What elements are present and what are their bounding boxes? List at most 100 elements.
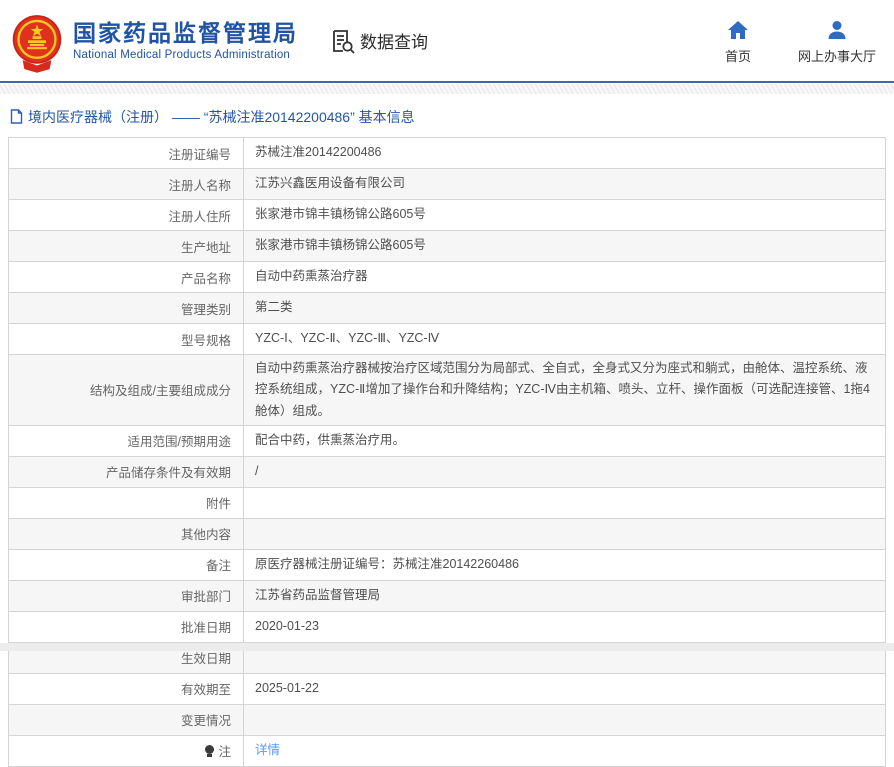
row-label-text: 注 bbox=[218, 745, 231, 760]
hatched-divider bbox=[0, 84, 894, 94]
data-query-tab[interactable]: 数据查询 bbox=[330, 28, 428, 54]
nav-home[interactable]: 首页 bbox=[718, 20, 758, 65]
home-icon bbox=[727, 21, 748, 39]
row-value: 配合中药，供熏蒸治疗用。 bbox=[244, 426, 885, 456]
row-label-text: 注册人名称 bbox=[168, 178, 231, 193]
row-label: 其他内容 bbox=[9, 518, 244, 549]
row-value: 张家港市锦丰镇杨锦公路605号 bbox=[244, 231, 885, 261]
row-label-text: 产品名称 bbox=[180, 271, 231, 286]
org-title-block: 国家药品监督管理局 National Medical Products Admi… bbox=[73, 20, 298, 61]
row-label: 批准日期 bbox=[9, 611, 244, 642]
row-value-text: 江苏兴鑫医用设备有限公司 bbox=[255, 176, 406, 191]
nav-online-hall[interactable]: 网上办事大厅 bbox=[798, 20, 876, 65]
row-value-text: 江苏省药品监督管理局 bbox=[255, 588, 381, 603]
table-row: 产品名称 自动中药熏蒸治疗器 bbox=[9, 262, 885, 293]
row-value: 张家港市锦丰镇杨锦公路605号 bbox=[244, 200, 885, 230]
row-value bbox=[244, 705, 885, 735]
row-label: 注册人名称 bbox=[9, 169, 244, 199]
table-row: 产品储存条件及有效期 / bbox=[9, 456, 885, 488]
row-label-text: 附件 bbox=[205, 497, 231, 512]
row-label: 附件 bbox=[9, 487, 244, 518]
table-row: 注册证编号 苏械注准20142200486 bbox=[9, 138, 885, 169]
row-label: 注 bbox=[9, 735, 244, 766]
row-value-text: 原医疗器械注册证编号：苏械注准20142260486 bbox=[255, 557, 519, 572]
row-label-text: 其他内容 bbox=[180, 528, 231, 543]
row-value: 苏械注准20142200486 bbox=[244, 138, 885, 168]
row-value: YZC-Ⅰ、YZC-Ⅱ、YZC-Ⅲ、YZC-Ⅳ bbox=[244, 324, 885, 354]
row-value-text: 2020-01-23 bbox=[255, 619, 319, 634]
table-row: 注 详情 bbox=[9, 735, 885, 766]
row-label-text: 注册证编号 bbox=[168, 147, 231, 162]
row-value: 江苏兴鑫医用设备有限公司 bbox=[244, 169, 885, 199]
row-label: 结构及组成/主要组成成分 bbox=[9, 355, 244, 425]
row-label: 审批部门 bbox=[9, 580, 244, 611]
row-label-text: 型号规格 bbox=[180, 333, 231, 348]
row-value-text: 第二类 bbox=[255, 300, 293, 315]
table-row: 审批部门 江苏省药品监督管理局 bbox=[9, 580, 885, 612]
row-label-text: 审批部门 bbox=[180, 590, 231, 605]
row-value bbox=[244, 519, 885, 549]
row-label-text: 变更情况 bbox=[180, 714, 231, 729]
row-value: 江苏省药品监督管理局 bbox=[244, 581, 885, 611]
document-search-icon bbox=[333, 29, 355, 54]
row-value-text: YZC-Ⅰ、YZC-Ⅱ、YZC-Ⅲ、YZC-Ⅳ bbox=[255, 331, 440, 346]
table-row: 批准日期 2020-01-23 bbox=[9, 611, 885, 643]
table-row: 有效期至 2025-01-22 bbox=[9, 673, 885, 705]
row-label-text: 产品储存条件及有效期 bbox=[105, 466, 231, 481]
row-label-text: 注册人住所 bbox=[168, 209, 231, 224]
row-label-text: 适用范围/预期用途 bbox=[127, 435, 231, 450]
row-label: 适用范围/预期用途 bbox=[9, 425, 244, 456]
data-query-label: 数据查询 bbox=[360, 33, 428, 52]
row-label-text: 管理类别 bbox=[180, 302, 231, 317]
row-label-text: 生效日期 bbox=[180, 652, 231, 667]
row-value bbox=[244, 488, 885, 518]
row-value-text: 自动中药熏蒸治疗器 bbox=[255, 269, 368, 284]
row-value-text: 配合中药，供熏蒸治疗用。 bbox=[255, 433, 406, 448]
row-value-text: 张家港市锦丰镇杨锦公路605号 bbox=[255, 207, 426, 222]
nav-hall-label: 网上办事大厅 bbox=[797, 49, 876, 64]
breadcrumb-text: 境内医疗器械（注册） —— “苏械注准20142200486” 基本信息 bbox=[28, 108, 415, 125]
table-row: 注册人名称 江苏兴鑫医用设备有限公司 bbox=[9, 169, 885, 200]
row-value: 2025-01-22 bbox=[244, 674, 885, 704]
org-name-en: National Medical Products Administration bbox=[73, 49, 291, 61]
national-emblem-icon bbox=[12, 14, 62, 73]
row-label: 有效期至 bbox=[9, 673, 244, 704]
row-label-text: 结构及组成/主要组成成分 bbox=[90, 384, 231, 399]
header-nav: 首页 网上办事大厅 bbox=[718, 20, 876, 65]
row-value: 自动中药熏蒸治疗器械按治疗区域范围分为局部式、全自式，全身式又分为座式和躺式，由… bbox=[244, 355, 885, 425]
row-label: 注册证编号 bbox=[9, 138, 244, 168]
table-row: 生产地址 张家港市锦丰镇杨锦公路605号 bbox=[9, 231, 885, 262]
breadcrumb: 境内医疗器械（注册） —— “苏械注准20142200486” 基本信息 bbox=[10, 107, 894, 126]
table-row: 型号规格 YZC-Ⅰ、YZC-Ⅱ、YZC-Ⅲ、YZC-Ⅳ bbox=[9, 324, 885, 355]
row-value: / bbox=[244, 457, 885, 487]
row-value-text: 自动中药熏蒸治疗器械按治疗区域范围分为局部式、全自式，全身式又分为座式和躺式，由… bbox=[255, 361, 870, 418]
row-value: 原医疗器械注册证编号：苏械注准20142260486 bbox=[244, 550, 885, 580]
table-row: 备注 原医疗器械注册证编号：苏械注准20142260486 bbox=[9, 549, 885, 581]
row-label: 管理类别 bbox=[9, 293, 244, 323]
row-label: 生产地址 bbox=[9, 231, 244, 261]
nav-home-label: 首页 bbox=[724, 49, 751, 64]
row-value: 详情 bbox=[244, 736, 885, 766]
row-value-text: 张家港市锦丰镇杨锦公路605号 bbox=[255, 238, 426, 253]
person-icon bbox=[828, 21, 846, 39]
detail-link[interactable]: 详情 bbox=[255, 740, 280, 761]
row-label: 产品储存条件及有效期 bbox=[9, 456, 244, 487]
row-label-text: 批准日期 bbox=[180, 621, 231, 636]
row-label: 注册人住所 bbox=[9, 200, 244, 230]
row-label-text: 生产地址 bbox=[180, 240, 231, 255]
org-name-cn: 国家药品监督管理局 bbox=[73, 20, 298, 46]
row-value: 2020-01-23 bbox=[244, 612, 885, 642]
row-value-text: 2025-01-22 bbox=[255, 681, 319, 696]
row-value-text: / bbox=[255, 464, 259, 479]
row-label-text: 备注 bbox=[205, 559, 231, 574]
table-row: 附件 bbox=[9, 487, 885, 519]
row-value-text: 苏械注准20142200486 bbox=[255, 145, 382, 160]
table-row: 其他内容 bbox=[9, 518, 885, 550]
bulb-icon bbox=[205, 744, 215, 757]
row-value: 第二类 bbox=[244, 293, 885, 323]
table-row: 适用范围/预期用途 配合中药，供熏蒸治疗用。 bbox=[9, 425, 885, 457]
info-table: 注册证编号 苏械注准20142200486 注册人名称 江苏兴鑫医用设备有限公司 注册人… bbox=[8, 137, 886, 767]
footer-strip bbox=[0, 643, 894, 651]
table-row: 变更情况 bbox=[9, 704, 885, 736]
row-label: 备注 bbox=[9, 549, 244, 580]
